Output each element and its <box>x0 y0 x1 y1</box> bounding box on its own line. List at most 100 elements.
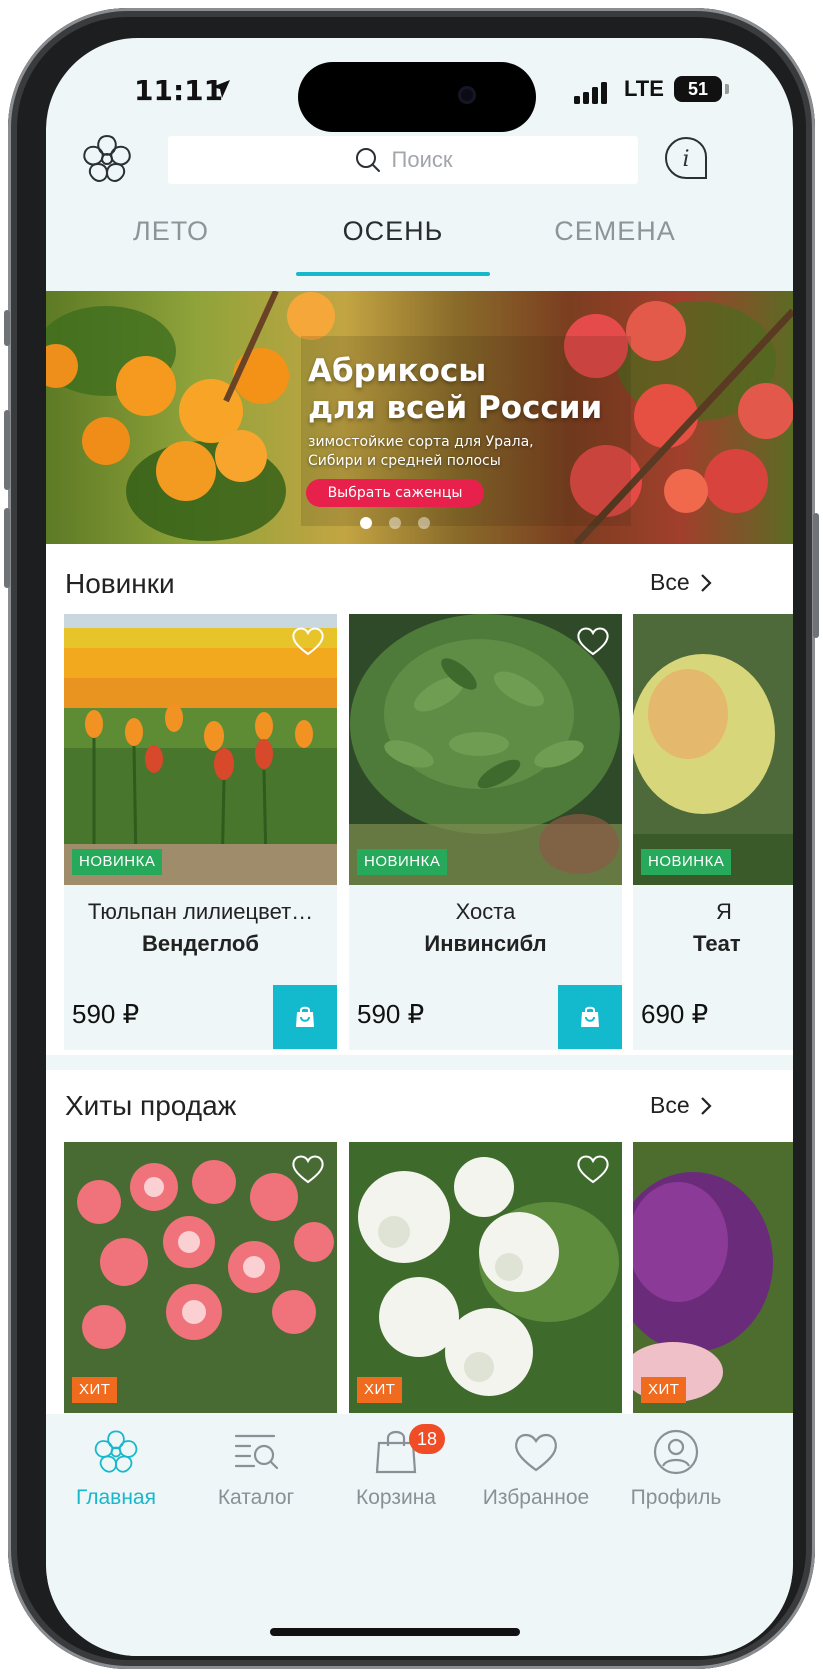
screen: 11:11 LTE 51 Поиск i ЛЕТО ОСЕНЬ СЕМЕНА А… <box>46 38 793 1656</box>
product-name: Тюльпан лилиецвет… <box>87 899 314 924</box>
product-card[interactable]: НОВИНКА Хоста Инвинсибл 590 ₽ <box>349 614 622 1050</box>
product-variety: Вендеглоб <box>142 931 259 956</box>
product-name: Я <box>716 899 732 924</box>
banner-subtitle-line-1: зимостойкие сорта для Урала, <box>308 434 534 450</box>
nav-cart[interactable]: 18 Корзина <box>326 1424 466 1510</box>
battery-level: 51 <box>687 79 709 99</box>
shopping-bag-icon <box>296 1006 314 1027</box>
dynamic-island <box>298 62 536 132</box>
location-arrow-icon <box>212 80 230 98</box>
new-badge: НОВИНКА <box>72 849 163 875</box>
section-hits-title: Хиты продаж <box>65 1090 237 1121</box>
cart-count-badge: 18 <box>409 1424 445 1454</box>
chevron-right-icon <box>700 573 712 592</box>
tab-summer[interactable]: ЛЕТО <box>46 216 296 247</box>
nav-favorites-label: Избранное <box>482 1486 590 1509</box>
pagination-dot-2[interactable] <box>389 517 401 529</box>
product-price: 690 ₽ <box>641 999 709 1029</box>
search-icon <box>355 148 380 172</box>
active-tab-indicator <box>296 272 490 276</box>
product-card[interactable]: НОВИНКА Тюльпан лилиецвет… Вендеглоб 590… <box>64 614 337 1050</box>
product-image-purple-shrub: ХИТ <box>633 1142 793 1413</box>
section-new-title: Новинки <box>65 568 175 599</box>
power-button <box>813 513 819 638</box>
banner-subtitle-line-2: Сибири и средней полосы <box>308 453 501 469</box>
tab-autumn[interactable]: ОСЕНЬ <box>268 216 518 247</box>
status-bar: 11:11 LTE 51 <box>46 38 793 148</box>
info-icon[interactable]: i <box>663 135 709 181</box>
banner-subtitle: зимостойкие сорта для Урала, Сибири и ср… <box>308 433 534 471</box>
nav-profile[interactable]: Профиль <box>606 1426 746 1510</box>
favorite-heart-icon[interactable] <box>291 1154 325 1184</box>
product-image-hosta: НОВИНКА <box>349 614 622 885</box>
heart-icon <box>515 1433 557 1472</box>
battery-cap <box>725 84 729 94</box>
battery-icon: 51 <box>674 76 722 102</box>
product-image-tulips: НОВИНКА <box>64 614 337 885</box>
product-image-viburnum: ХИТ <box>349 1142 622 1413</box>
section-hits: Хиты продаж Все ХИТ ХИТ ХИТ <box>46 1070 793 1415</box>
nav-catalog[interactable]: Каталог <box>186 1426 326 1510</box>
volume-down-button <box>4 508 10 588</box>
section-new-all-link[interactable]: Все <box>650 569 712 596</box>
banner-pagination <box>360 517 430 529</box>
hit-badge: ХИТ <box>641 1377 687 1403</box>
choose-seedlings-button[interactable]: Выбрать саженцы <box>306 479 484 507</box>
season-tabs: ЛЕТО ОСЕНЬ СЕМЕНА <box>46 206 793 278</box>
favorite-heart-icon[interactable] <box>291 626 325 656</box>
section-new: Новинки Все НОВИНКА Тюльпан лилиецвет… В… <box>46 544 793 1055</box>
hit-badge: ХИТ <box>72 1377 118 1403</box>
product-name: Хоста <box>455 899 516 924</box>
nav-catalog-label: Каталог <box>217 1486 295 1509</box>
flower-icon <box>94 1430 138 1473</box>
network-type: LTE <box>624 76 664 101</box>
product-image-pink-tulips: ХИТ <box>64 1142 337 1413</box>
search-input[interactable]: Поиск <box>168 136 638 184</box>
search-placeholder: Поиск <box>391 147 453 172</box>
nav-favorites[interactable]: Избранное <box>466 1426 606 1510</box>
product-card[interactable]: ХИТ <box>64 1142 337 1415</box>
nav-cart-label: Корзина <box>356 1486 436 1509</box>
product-card[interactable]: ХИТ <box>349 1142 622 1415</box>
tab-seeds[interactable]: СЕМЕНА <box>490 216 740 247</box>
product-variety: Теат <box>693 931 741 956</box>
phone-frame: 11:11 LTE 51 Поиск i ЛЕТО ОСЕНЬ СЕМЕНА А… <box>4 8 819 1669</box>
catalog-search-icon <box>234 1434 279 1470</box>
new-badge: НОВИНКА <box>641 849 732 875</box>
all-link-label: Все <box>650 569 690 595</box>
banner-title-line-1: Абрикосы <box>308 353 487 389</box>
nav-home-label: Главная <box>76 1486 156 1509</box>
favorite-heart-icon[interactable] <box>576 1154 610 1184</box>
mute-switch <box>4 310 10 346</box>
promo-banner[interactable]: Абрикосы для всей России зимостойкие сор… <box>46 291 793 544</box>
new-badge: НОВИНКА <box>357 849 448 875</box>
pagination-dot-3[interactable] <box>418 517 430 529</box>
product-price: 590 ₽ <box>72 999 140 1029</box>
nav-home[interactable]: Главная <box>46 1426 186 1510</box>
profile-icon <box>653 1429 699 1475</box>
banner-title-line-2: для всей России <box>308 390 603 426</box>
cellular-signal-icon <box>574 82 607 104</box>
shopping-bag-icon <box>581 1006 599 1027</box>
bottom-navigation: Главная Каталог 18 Корзина Избранное Про… <box>46 1414 793 1656</box>
product-variety: Инвинсибл <box>424 931 547 956</box>
hit-badge: ХИТ <box>357 1377 403 1403</box>
favorite-heart-icon[interactable] <box>576 626 610 656</box>
svg-text:i: i <box>682 147 689 172</box>
product-image-apple: НОВИНКА <box>633 614 793 885</box>
pagination-dot-1[interactable] <box>360 517 372 529</box>
nav-profile-label: Профиль <box>630 1486 722 1509</box>
section-hits-all-link[interactable]: Все <box>650 1092 712 1119</box>
banner-title: Абрикосы для всей России <box>308 353 602 427</box>
all-link-label: Все <box>650 1092 690 1118</box>
chevron-right-icon <box>700 1096 712 1115</box>
product-card[interactable]: НОВИНКА Я Теат 690 ₽ <box>633 614 793 1050</box>
add-to-cart-button[interactable] <box>558 985 622 1049</box>
volume-up-button <box>4 410 10 490</box>
front-camera <box>458 86 476 104</box>
product-price: 590 ₽ <box>357 999 425 1029</box>
product-card[interactable]: ХИТ <box>633 1142 793 1415</box>
home-indicator[interactable] <box>270 1628 520 1636</box>
flower-logo-icon[interactable] <box>78 130 136 188</box>
add-to-cart-button[interactable] <box>273 985 337 1049</box>
